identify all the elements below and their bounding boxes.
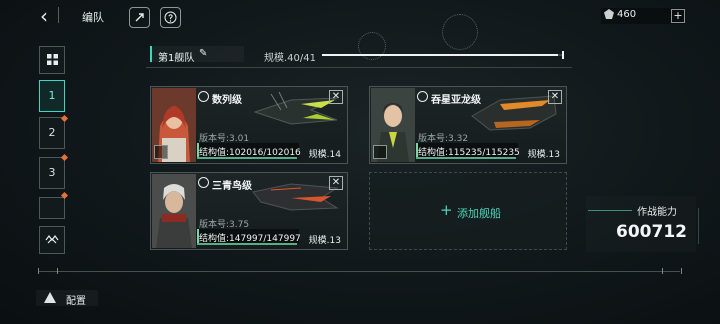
- currency-add-button[interactable]: +: [671, 9, 685, 23]
- page-title: 编队: [82, 11, 104, 24]
- back-button[interactable]: ‹: [34, 6, 54, 26]
- footer-bracket-right: [662, 268, 682, 274]
- deco-ring: [442, 14, 478, 50]
- hp-fill: [197, 243, 297, 245]
- remove-ship-button[interactable]: ✕: [548, 90, 562, 104]
- ship-name: 数列级: [212, 95, 242, 106]
- ship-name: 吞星亚龙级: [431, 95, 481, 106]
- plus-icon: +: [440, 201, 453, 219]
- grid-view-button[interactable]: [39, 46, 65, 74]
- remove-ship-button[interactable]: ✕: [329, 90, 343, 104]
- ship-card-3[interactable]: 三青鸟级 ✕ 版本号:3.75 结构值:147997/147997 规模.13: [150, 172, 348, 250]
- ship-class-icon: [198, 91, 209, 102]
- fleet-emblem-icon: [45, 235, 59, 244]
- faction-emblem-icon: [154, 145, 168, 159]
- grid-icon: [46, 54, 58, 65]
- remove-ship-button[interactable]: ✕: [329, 176, 343, 190]
- hp-fill: [416, 157, 516, 159]
- combat-power-label: 作战能力: [637, 207, 677, 218]
- captain-portrait: [152, 174, 196, 248]
- rocket-button[interactable]: [129, 7, 150, 28]
- ship-card-1[interactable]: 数列级 ✕ 版本号:3.01 结构值:102016/102016 规模.14: [150, 86, 348, 164]
- edit-icon[interactable]: ✎: [199, 48, 207, 59]
- header-divider: [146, 67, 572, 68]
- ship-image: [471, 95, 557, 131]
- footer-divider: [38, 271, 680, 272]
- fleet-emblem-button[interactable]: [39, 226, 65, 254]
- faction-emblem-icon: [373, 145, 387, 159]
- help-icon: [164, 11, 177, 24]
- ship-class-icon: [198, 177, 209, 188]
- ship-scale: 规模.14: [308, 150, 341, 160]
- hp-fill: [197, 157, 297, 159]
- help-button[interactable]: [160, 7, 181, 28]
- scale-end-marker: [562, 51, 564, 59]
- ship-card-2[interactable]: 吞星亚龙级 ✕ 版本号:3.32 结构值:115235/115235 规模.13: [369, 86, 567, 164]
- combat-power-value: 600712: [616, 222, 687, 242]
- ship-class-icon: [417, 91, 428, 102]
- fleet-scale: 规模.40/41: [264, 53, 316, 64]
- ship-name: 三青鸟级: [212, 181, 252, 192]
- power-accent-line: [588, 210, 632, 211]
- scale-fill: [322, 54, 558, 56]
- ship-image: [253, 91, 338, 125]
- fleet-tab-3[interactable]: 3: [39, 157, 65, 189]
- fleet-name: 第1舰队: [158, 53, 195, 64]
- currency-value: 460: [617, 9, 637, 20]
- ship-image: [252, 183, 339, 211]
- fleet-tab-1[interactable]: 1: [39, 80, 65, 112]
- config-label[interactable]: 配置: [66, 292, 86, 307]
- footer-bracket-left: [38, 268, 58, 274]
- rocket-icon: [135, 13, 144, 22]
- power-side-bracket: [698, 208, 717, 244]
- ship-scale: 规模.13: [527, 150, 560, 160]
- fleet-tab-2[interactable]: 2: [39, 117, 65, 149]
- add-ship-label[interactable]: 添加舰船: [457, 205, 501, 221]
- title-divider: [58, 7, 59, 23]
- ship-scale: 规模.13: [308, 236, 341, 246]
- fleet-tab-4[interactable]: [39, 197, 65, 219]
